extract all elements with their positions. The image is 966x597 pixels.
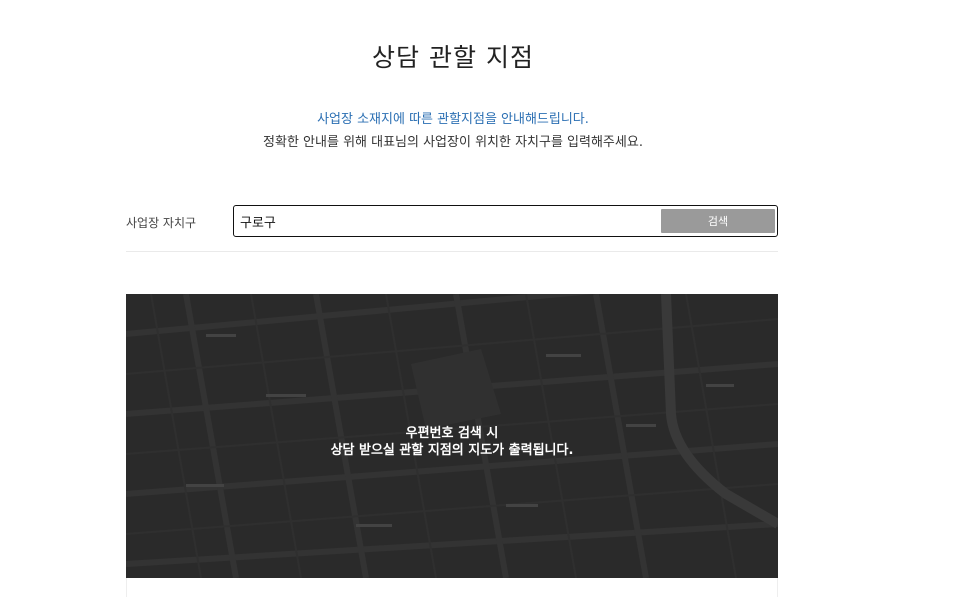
content-border-left	[126, 578, 127, 597]
divider	[126, 251, 778, 252]
search-row: 사업장 자치구 검색	[126, 205, 778, 239]
intro-text-highlight: 사업장 소재지에 따른 관할지점을 안내해드립니다.	[317, 112, 589, 127]
content-border-right	[777, 578, 778, 597]
search-button[interactable]: 검색	[661, 209, 775, 233]
intro-text: 정확한 안내를 위해 대표님의 사업장이 위치한 자치구를 입력해주세요.	[263, 135, 643, 150]
map-area: 우편번호 검색 시 상담 받으실 관할 지점의 지도가 출력됩니다.	[126, 294, 778, 578]
district-search-input[interactable]	[240, 211, 660, 231]
search-box: 검색	[233, 205, 778, 237]
search-label: 사업장 자치구	[126, 216, 197, 230]
page-title: 상담 관할 지점	[372, 43, 534, 72]
map-message-line2: 상담 받으실 관할 지점의 지도가 출력됩니다.	[330, 443, 574, 458]
